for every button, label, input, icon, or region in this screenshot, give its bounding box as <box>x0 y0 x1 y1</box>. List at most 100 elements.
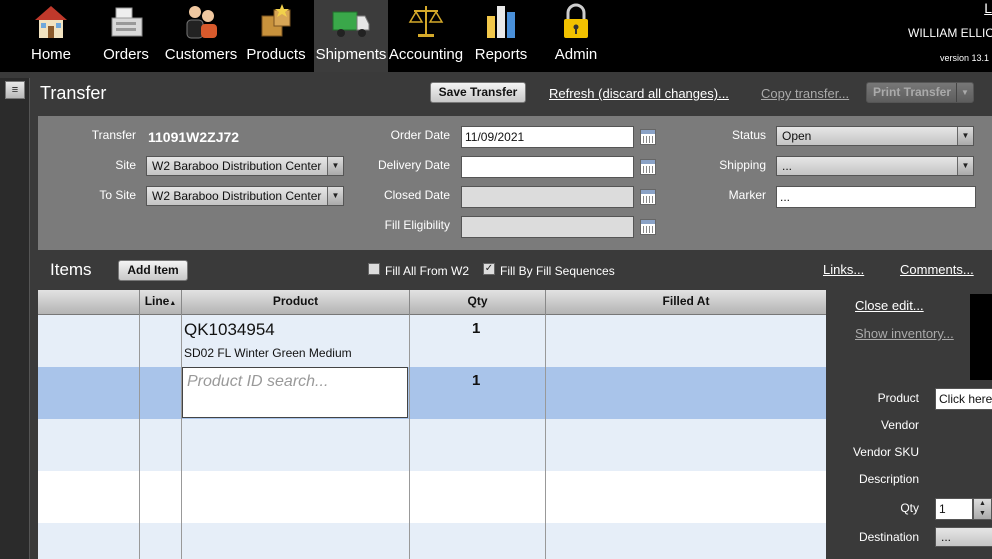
refresh-link[interactable]: Refresh (discard all changes)... <box>549 86 729 101</box>
shipping-select[interactable]: ... ▼ <box>776 156 974 176</box>
nav-shipments[interactable]: Shipments <box>314 0 388 72</box>
status-select[interactable]: Open ▼ <box>776 126 974 146</box>
column-header-line[interactable]: Line▲ <box>140 290 182 315</box>
chevron-down-icon[interactable]: ▼ <box>957 157 973 175</box>
nav-reports[interactable]: Reports <box>468 0 534 72</box>
people-icon <box>186 6 217 39</box>
qty-label: Qty <box>900 501 919 515</box>
product-description: SD02 FL Winter Green Medium <box>184 346 352 360</box>
table-row[interactable] <box>38 419 826 471</box>
fill-all-label: Fill All From W2 <box>385 264 469 278</box>
to-site-select[interactable]: W2 Baraboo Distribution Center ▼ <box>146 186 344 206</box>
to-site-value: W2 Baraboo Distribution Center <box>152 189 322 203</box>
nav-customers-label: Customers <box>164 46 238 63</box>
save-transfer-button[interactable]: Save Transfer <box>430 82 526 103</box>
shipping-value: ... <box>782 159 793 173</box>
nav-accounting[interactable]: Accounting <box>388 0 464 72</box>
top-nav-bar: Home Orders Customers Products Shipments… <box>0 0 992 72</box>
padlock-icon <box>564 3 588 38</box>
delivery-date-input[interactable] <box>461 156 634 178</box>
calendar-icon[interactable] <box>640 219 656 235</box>
nav-admin-label: Admin <box>554 46 598 63</box>
grid-header: Line▲ Product Qty Filled At <box>38 290 826 315</box>
fill-sequences-checkbox[interactable]: ✓ <box>483 263 495 275</box>
destination-select[interactable]: ... <box>935 527 992 547</box>
qty-input[interactable]: 1 <box>935 498 973 520</box>
cash-register-icon <box>111 7 143 37</box>
column-divider <box>139 315 140 559</box>
nav-home-label: Home <box>30 46 71 63</box>
column-header-select[interactable] <box>38 290 140 315</box>
chevron-down-icon[interactable]: ▼ <box>956 83 973 102</box>
chevron-down-icon[interactable]: ▼ <box>957 127 973 145</box>
marker-label: Marker <box>728 188 766 202</box>
nav-orders[interactable]: Orders <box>92 0 160 72</box>
product-search-input[interactable]: Product ID search... <box>182 367 408 418</box>
table-row[interactable]: 1 <box>38 367 826 419</box>
table-row[interactable] <box>38 471 826 523</box>
calendar-icon[interactable] <box>640 189 656 205</box>
links-link[interactable]: Links... <box>823 262 864 277</box>
description-label: Description <box>858 472 919 486</box>
fill-sequences-label: Fill By Fill Sequences <box>500 264 615 278</box>
table-row[interactable] <box>38 523 826 559</box>
bar-chart-icon <box>487 6 515 38</box>
menu-icon[interactable]: ≡ <box>5 81 25 99</box>
user-link[interactable]: L <box>984 0 992 16</box>
transfer-form-panel: Transfer 11091W2ZJ72 Site W2 Baraboo Dis… <box>38 116 992 250</box>
marker-input[interactable]: ... <box>776 186 976 208</box>
column-header-qty[interactable]: Qty <box>410 290 546 315</box>
page-title: Transfer <box>40 83 107 103</box>
vendor-sku-label: Vendor SKU <box>852 445 919 459</box>
truck-icon <box>332 11 370 37</box>
qty-stepper[interactable]: ▲ ▼ <box>973 498 992 520</box>
close-edit-link[interactable]: Close edit... <box>855 298 924 313</box>
site-select[interactable]: W2 Baraboo Distribution Center ▼ <box>146 156 344 176</box>
qty-value: 1 <box>472 372 481 389</box>
product-label: Product <box>877 391 919 405</box>
nav-products[interactable]: Products <box>242 0 310 72</box>
column-header-product[interactable]: Product <box>182 290 410 315</box>
order-date-input[interactable]: 11/09/2021 <box>461 126 634 148</box>
calendar-icon[interactable] <box>640 159 656 175</box>
calendar-icon[interactable] <box>640 129 656 145</box>
print-transfer-button[interactable]: Print Transfer ▼ <box>866 82 974 103</box>
column-divider <box>181 315 182 559</box>
product-input[interactable]: Click here <box>935 388 992 410</box>
to-site-label: To Site <box>99 188 136 202</box>
show-inventory-link[interactable]: Show inventory... <box>855 326 954 341</box>
nav-orders-label: Orders <box>103 46 149 63</box>
qty-value: 1 <box>472 320 481 337</box>
boxes-icon <box>261 4 291 37</box>
column-header-filled-at[interactable]: Filled At <box>546 290 826 315</box>
version-text: version 13.1 <box>940 53 990 63</box>
column-header-line-label: Line <box>144 294 170 308</box>
sort-asc-icon: ▲ <box>169 300 177 307</box>
status-label: Status <box>731 128 766 142</box>
items-title: Items <box>50 260 92 279</box>
table-row[interactable]: QK1034954 SD02 FL Winter Green Medium 1 <box>38 315 826 367</box>
nav-admin[interactable]: Admin <box>542 0 610 72</box>
comments-link[interactable]: Comments... <box>900 262 974 277</box>
site-value: W2 Baraboo Distribution Center <box>152 159 322 173</box>
delivery-date-label: Delivery Date <box>377 158 450 172</box>
vendor-label: Vendor <box>880 418 919 432</box>
fill-eligibility-input[interactable] <box>461 216 634 238</box>
transfer-label: Transfer <box>91 128 136 142</box>
shipping-label: Shipping <box>719 158 766 172</box>
nav-customers[interactable]: Customers <box>162 0 240 72</box>
closed-date-input[interactable] <box>461 186 634 208</box>
product-id: QK1034954 <box>184 320 275 339</box>
left-strip: ≡ <box>0 78 30 559</box>
items-grid: Line▲ Product Qty Filled At QK1034954 SD… <box>38 290 826 559</box>
add-item-button[interactable]: Add Item <box>118 260 188 281</box>
house-icon <box>35 6 67 38</box>
nav-products-label: Products <box>246 46 306 63</box>
site-label: Site <box>115 158 136 172</box>
nav-home[interactable]: Home <box>12 0 90 72</box>
fill-all-checkbox[interactable] <box>368 263 380 275</box>
user-name: WILLIAM ELLIO <box>908 26 992 40</box>
closed-date-label: Closed Date <box>383 188 450 202</box>
copy-transfer-link[interactable]: Copy transfer... <box>761 86 849 101</box>
nav-shipments-label: Shipments <box>315 46 387 63</box>
